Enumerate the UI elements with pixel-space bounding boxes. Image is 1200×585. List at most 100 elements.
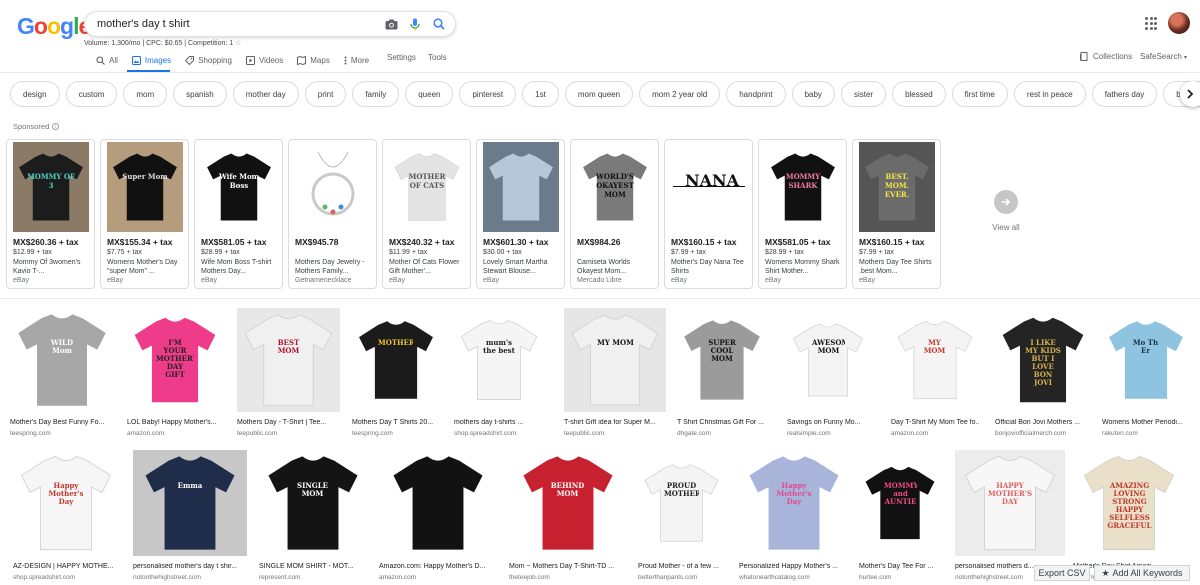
product-image[interactable]: WORLD'S OKAYEST MOM xyxy=(577,142,653,232)
image-result[interactable]: mum's the best mothers day t-shirts ... sh… xyxy=(454,308,544,440)
result-title[interactable]: SINGLE MOM SHIRT - MOT... xyxy=(259,563,367,570)
result-thumbnail[interactable]: MY MOM xyxy=(564,308,666,412)
result-thumbnail[interactable]: Emma xyxy=(133,450,247,556)
chip-design[interactable]: design xyxy=(10,81,60,107)
sponsored-product-card[interactable]: MOMMY OF 3 MX$260.36 + tax $12.99 + tax Mom… xyxy=(6,139,95,289)
chip-handprint[interactable]: handprint xyxy=(726,81,786,107)
tab-shopping[interactable]: Shopping xyxy=(185,53,232,67)
product-title[interactable]: Wife Mom Boss T-shirt Mothers Day... xyxy=(201,258,281,276)
result-source[interactable]: teespring.com xyxy=(352,430,440,437)
search-box[interactable]: mother's day t shirt xyxy=(84,11,456,37)
result-source[interactable]: betterthanpants.com xyxy=(638,574,725,581)
image-result[interactable]: PROUD MOTHER Proud Mother - of a few ... b… xyxy=(638,450,725,582)
result-thumbnail[interactable]: SUPER COOL MOM xyxy=(677,308,767,412)
result-title[interactable]: Mother's Day Tee For ... xyxy=(859,563,941,570)
star-icon[interactable]: ☆ xyxy=(235,40,241,47)
chip-pinterest[interactable]: pinterest xyxy=(459,81,517,107)
result-source[interactable]: teespring.com xyxy=(10,430,114,437)
product-title[interactable]: Mommy Of 3women's Kavio T-... xyxy=(13,258,93,276)
image-result[interactable]: MY MOM T-shirt Gift idea for Super M... te… xyxy=(564,308,666,440)
result-thumbnail[interactable]: MOTHER xyxy=(352,308,440,412)
image-result[interactable]: SINGLE MOM SINGLE MOM SHIRT - MOT... repre… xyxy=(259,450,367,582)
result-source[interactable]: rakuten.com xyxy=(1102,430,1190,437)
result-source[interactable]: amazon.com xyxy=(379,574,497,581)
result-thumbnail[interactable] xyxy=(379,450,497,556)
result-title[interactable]: T Shirt Christmas Gift For ... xyxy=(677,419,767,426)
result-title[interactable]: Mother's Day Best Funny Fo... xyxy=(10,419,114,426)
result-thumbnail[interactable]: MOMMY and AUNTIE xyxy=(859,450,941,556)
safesearch-menu[interactable]: SafeSearch ▾ xyxy=(1140,52,1187,61)
product-title[interactable]: Lovely Smart Martha Stewart Blouse... xyxy=(483,258,563,276)
result-title[interactable]: LOL Baby! Happy Mother's... xyxy=(127,419,223,426)
image-result[interactable]: MOTHER Mothers Day T Shirts 20... teesprin… xyxy=(352,308,440,440)
image-result[interactable]: SUPER COOL MOM T Shirt Christmas Gift For… xyxy=(677,308,767,440)
result-title[interactable]: Mothers Day - T-Shirt | Tee... xyxy=(237,419,340,426)
product-title[interactable]: Mother's Day Nana Tee Shirts xyxy=(671,258,751,276)
chip-mom-2-year-old[interactable]: mom 2 year old xyxy=(639,81,721,107)
chip-mother-day[interactable]: mother day xyxy=(232,81,299,107)
result-thumbnail[interactable]: MY MOM xyxy=(891,308,979,412)
tab-videos[interactable]: Videos xyxy=(245,53,283,67)
image-result[interactable]: MY MOM Day T-Shirt My Mom Tee fo... amazon… xyxy=(891,308,979,440)
result-thumbnail[interactable]: I LIKE MY KIDS BUT I LOVE BON JOVI xyxy=(995,308,1091,412)
product-title[interactable]: Womens Mother's Day "super Mom" ... xyxy=(107,258,187,276)
result-title[interactable]: Proud Mother - of a few ... xyxy=(638,563,725,570)
result-source[interactable]: shop.spreadshirt.com xyxy=(13,574,119,581)
result-source[interactable]: amazon.com xyxy=(127,430,223,437)
view-all-button[interactable]: View all xyxy=(990,190,1022,232)
info-icon[interactable]: i xyxy=(52,123,60,130)
tab-more[interactable]: More xyxy=(344,53,369,67)
image-result[interactable]: Mo Th Er Womens Mother Periodi... rakuten.… xyxy=(1102,308,1190,440)
tab-tools[interactable]: Tools xyxy=(428,53,447,62)
result-thumbnail[interactable]: I'M YOUR MOTHER'S DAY GIFT xyxy=(127,308,223,412)
image-result[interactable]: AWESOME MOM Savings on Funny Mo... realsim… xyxy=(787,308,869,440)
sponsored-product-card[interactable]: WORLD'S OKAYEST MOM MX$984.26 Camiseta Wor… xyxy=(570,139,659,289)
product-image[interactable]: MOTHER OF CATS xyxy=(389,142,465,232)
result-thumbnail[interactable]: PROUD MOTHER xyxy=(638,450,725,556)
result-title[interactable]: Mothers Day T Shirts 20... xyxy=(352,419,440,426)
image-result[interactable]: WILD Mom Mother's Day Best Funny Fo... tee… xyxy=(10,308,114,440)
sponsored-product-card[interactable]: MX$601.30 + tax $30.00 + tax Lovely Smart … xyxy=(476,139,565,289)
sponsored-product-card[interactable]: BEST. MOM. EVER. MX$160.15 + tax $7.99 + t… xyxy=(852,139,941,289)
tab-all[interactable]: All xyxy=(96,53,118,67)
result-title[interactable]: Day T-Shirt My Mom Tee fo... xyxy=(891,419,979,426)
google-logo[interactable]: Google xyxy=(17,13,91,40)
image-result[interactable]: I'M YOUR MOTHER'S DAY GIFT LOL Baby! Happ… xyxy=(127,308,223,440)
result-source[interactable]: dhgate.com xyxy=(677,430,767,437)
add-all-keywords-button[interactable]: ★ Add All Keywords xyxy=(1094,565,1190,581)
chip-baby[interactable]: baby xyxy=(791,81,835,107)
result-source[interactable]: notonthehighstreet.com xyxy=(133,574,247,581)
result-title[interactable]: AZ-DESIGN | HAPPY MOTHE... xyxy=(13,563,119,570)
image-result[interactable]: I LIKE MY KIDS BUT I LOVE BON JOVI Offici… xyxy=(995,308,1091,440)
image-result[interactable]: BEHIND MOM Mom ~ Mothers Day T-Shirt-TD .… xyxy=(509,450,627,582)
image-result[interactable]: Emma personalised mother's day t shir... n… xyxy=(133,450,247,582)
chip-print[interactable]: print xyxy=(304,81,347,107)
result-thumbnail[interactable]: BEHIND MOM xyxy=(509,450,627,556)
avatar[interactable] xyxy=(1168,12,1190,34)
chip-sister[interactable]: sister xyxy=(840,81,887,107)
image-result[interactable]: Happy Mother's Day Personalized Happy Mot… xyxy=(739,450,849,582)
chip-rest-in-peace[interactable]: rest in peace xyxy=(1013,81,1086,107)
result-source[interactable]: amazon.com xyxy=(891,430,979,437)
product-title[interactable]: Mother Of Cats Flower Gift Mother'... xyxy=(389,258,469,276)
result-thumbnail[interactable]: Happy Mother's Day xyxy=(739,450,849,556)
export-csv-button[interactable]: Export CSV xyxy=(1034,565,1090,581)
result-thumbnail[interactable]: AMAZING LOVING STRONG HAPPY SELFLESS GRA… xyxy=(1073,450,1185,556)
result-source[interactable]: hurtee.com xyxy=(859,574,941,581)
product-image[interactable]: BEST. MOM. EVER. xyxy=(859,142,935,232)
image-result[interactable]: BEST MOM Mothers Day - T-Shirt | Tee... te… xyxy=(237,308,340,440)
result-thumbnail[interactable]: Happy Mother's Day xyxy=(13,450,119,556)
tab-settings[interactable]: Settings xyxy=(387,53,416,62)
image-result[interactable]: Amazon.com: Happy Mother's D... amazon.co… xyxy=(379,450,497,582)
image-result[interactable]: AMAZING LOVING STRONG HAPPY SELFLESS GRA… xyxy=(1073,450,1185,582)
product-image[interactable] xyxy=(295,142,371,232)
result-source[interactable]: teepublic.com xyxy=(237,430,340,437)
result-title[interactable]: Womens Mother Periodi... xyxy=(1102,419,1190,426)
chip-first-time[interactable]: first time xyxy=(951,81,1008,107)
chip-blessed[interactable]: blessed xyxy=(892,81,946,107)
sponsored-product-card[interactable]: MOTHER OF CATS MX$240.32 + tax $11.99 + ta… xyxy=(382,139,471,289)
chip-mom-queen[interactable]: mom queen xyxy=(564,81,634,107)
result-title[interactable]: T-shirt Gift idea for Super M... xyxy=(564,419,666,426)
chip-1st[interactable]: 1st xyxy=(522,81,559,107)
product-title[interactable]: Womens Mommy Shark Shirt Mother... xyxy=(765,258,845,276)
